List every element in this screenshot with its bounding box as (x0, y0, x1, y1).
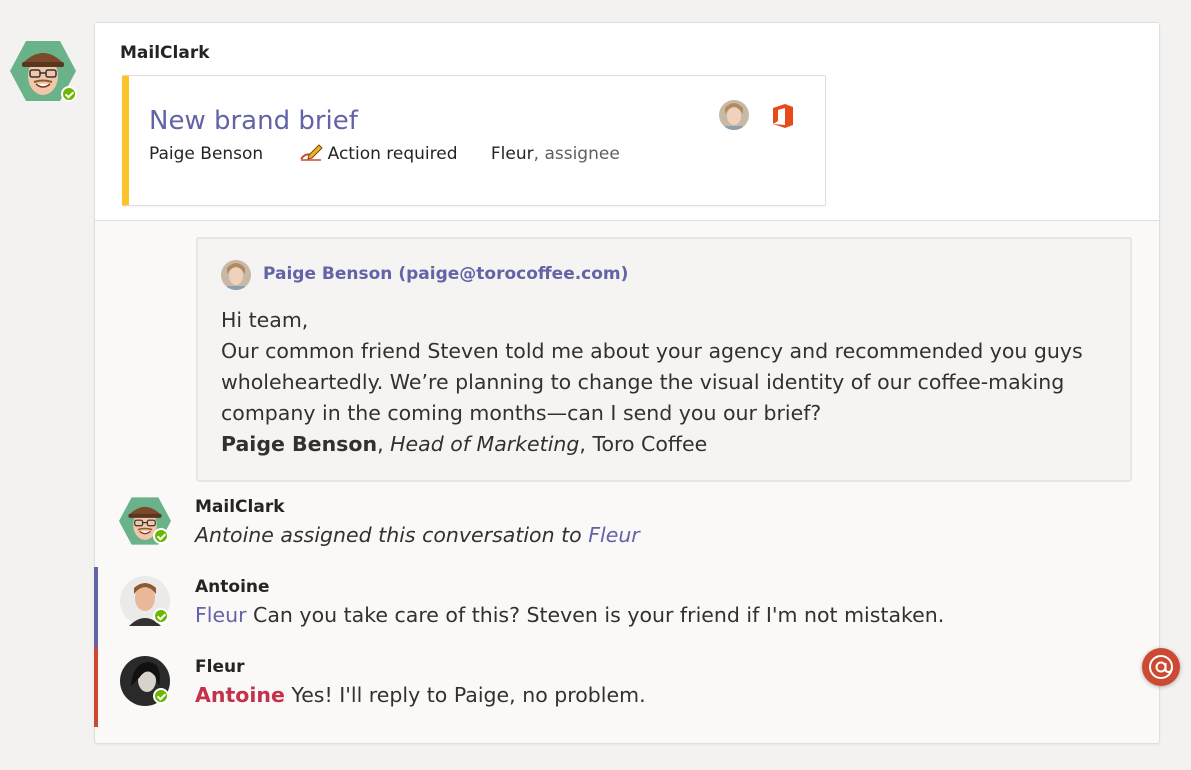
card-assignee-name: Fleur (490, 144, 534, 164)
card-from: Paige Benson (149, 144, 264, 164)
email-text: Our common friend Steven told me about y… (221, 339, 1083, 425)
signature-title: Head of Marketing (390, 432, 580, 456)
message-author: Fleur (195, 657, 245, 677)
presence-available-icon (61, 86, 77, 102)
message-fleur: Fleur Antoine Yes! I'll reply to Paige, … (94, 647, 1159, 729)
message-author: Antoine (195, 577, 270, 597)
card-assignee-role: , assignee (533, 144, 620, 164)
mailclark-avatar[interactable] (119, 496, 171, 546)
paige-avatar-image (221, 260, 251, 290)
mention-fleur[interactable]: Fleur (588, 523, 640, 547)
mention-antoine[interactable]: Antoine (195, 683, 285, 707)
thread-header: MailClark New brand brief Paige Benson A… (95, 23, 1159, 221)
bot-sender-name: MailClark (120, 43, 210, 63)
message-text: Antoine Yes! I'll reply to Paige, no pro… (195, 683, 646, 707)
signature-company: , Toro Coffee (579, 432, 708, 456)
mention-fleur[interactable]: Fleur (195, 603, 247, 627)
office-logo-icon (773, 104, 793, 128)
email-greeting: Hi team, (221, 308, 309, 332)
card-assignee: Fleur, assignee (491, 144, 620, 164)
pen-icon (299, 144, 323, 161)
message-text: Antoine assigned this conversation to Fl… (195, 523, 640, 547)
presence-available-icon (153, 608, 169, 624)
message-antoine: Antoine Fleur Can you take care of this?… (94, 567, 1159, 649)
email-signature: Paige Benson, Head of Marketing, Toro Co… (221, 429, 1121, 460)
card-status: Action required (299, 143, 458, 164)
at-sign-icon (1149, 655, 1173, 679)
message-author: MailClark (195, 497, 285, 517)
card-title[interactable]: New brand brief (149, 106, 358, 136)
mailclark-avatar[interactable] (10, 40, 77, 102)
message-text-body: Can you take care of this? Steven is you… (246, 603, 945, 627)
antoine-avatar[interactable] (119, 576, 171, 626)
email-body: Hi team, Our common friend Steven told m… (221, 305, 1121, 460)
email-card[interactable]: New brand brief Paige Benson Action requ… (122, 75, 826, 206)
message-text: Fleur Can you take care of this? Steven … (195, 603, 944, 627)
conversation-thread: MailClark New brand brief Paige Benson A… (94, 22, 1160, 744)
message-accent-bar (94, 647, 98, 727)
message-mailclark: MailClark Antoine assigned this conversa… (95, 487, 1159, 569)
fleur-avatar[interactable] (119, 656, 171, 706)
card-meta: Paige Benson Action required Fleur, assi… (149, 143, 620, 164)
card-status-label: Action required (327, 144, 458, 164)
mention-button[interactable] (1142, 648, 1180, 686)
email-from[interactable]: Paige Benson (paige@torocoffee.com) (263, 264, 628, 284)
paige-avatar-image (719, 100, 749, 130)
presence-available-icon (153, 528, 169, 544)
email-sender-avatar[interactable] (221, 260, 251, 290)
email-preview: Paige Benson (paige@torocoffee.com) Hi t… (196, 237, 1132, 482)
signature-name: Paige Benson (221, 432, 378, 456)
signature-sep: , (377, 432, 391, 456)
message-text-body: Yes! I'll reply to Paige, no problem. (284, 683, 646, 707)
presence-available-icon (153, 688, 169, 704)
office-icon[interactable] (771, 103, 795, 129)
message-accent-bar (94, 567, 98, 647)
card-sender-avatar[interactable] (719, 100, 749, 130)
message-text-prefix: Antoine assigned this conversation to (195, 523, 589, 547)
